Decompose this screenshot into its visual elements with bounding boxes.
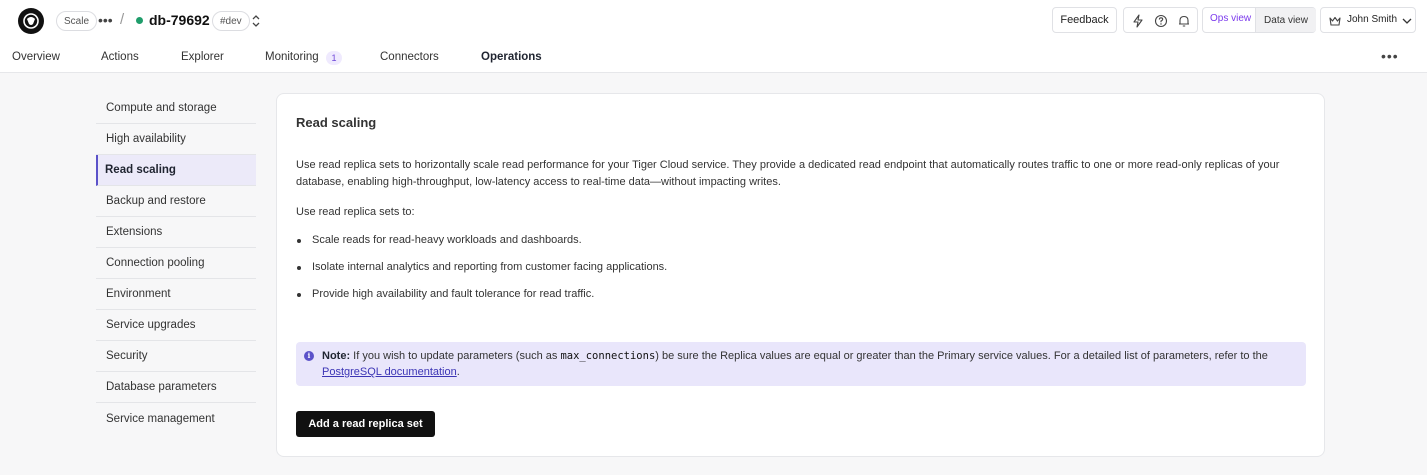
sidebar-item-service-upgrades[interactable]: Service upgrades — [96, 310, 256, 341]
note-text-after: ) be sure the Replica values are equal o… — [655, 350, 1268, 362]
more-icon[interactable]: ••• — [98, 12, 113, 28]
sidebar-item-read-scaling[interactable]: Read scaling — [96, 155, 256, 186]
list-item: Provide high availability and fault tole… — [296, 288, 667, 315]
note-code: max_connections — [560, 350, 656, 362]
more-options-icon[interactable]: ••• — [1381, 48, 1399, 64]
view-toggle: Ops view Data view — [1202, 7, 1316, 33]
service-name[interactable]: db-79692 — [149, 12, 210, 28]
read-scaling-card: Read scaling Use read replica sets to ho… — [276, 93, 1325, 457]
note-end: . — [456, 366, 460, 378]
lightning-icon[interactable] — [1131, 14, 1145, 28]
monitoring-badge: 1 — [326, 51, 342, 65]
quick-actions — [1123, 7, 1198, 33]
tab-monitoring[interactable]: Monitoring — [265, 51, 319, 63]
chevron-down-icon — [1402, 18, 1412, 24]
logo-icon[interactable] — [18, 8, 44, 34]
tab-actions[interactable]: Actions — [101, 51, 139, 63]
breadcrumb-separator: / — [120, 11, 125, 28]
description: Use read replica sets to horizontally sc… — [296, 159, 1280, 188]
chevron-updown-icon[interactable] — [250, 13, 262, 29]
note-text-before: If you wish to update parameters (such a… — [350, 350, 561, 362]
sidebar-item-environment[interactable]: Environment — [96, 279, 256, 310]
page-title: Read scaling — [296, 115, 377, 130]
sidebar-item-extensions[interactable]: Extensions — [96, 217, 256, 248]
user-menu[interactable]: John Smith — [1320, 7, 1416, 33]
sidebar-item-database-parameters[interactable]: Database parameters — [96, 372, 256, 403]
list-item: Scale reads for read-heavy workloads and… — [296, 234, 667, 261]
sidebar-item-compute-and-storage[interactable]: Compute and storage — [96, 93, 256, 124]
postgresql-docs-link[interactable]: PostgreSQL documentation — [322, 366, 457, 378]
feedback-button[interactable]: Feedback — [1052, 7, 1117, 33]
ops-view-button[interactable]: Ops view — [1210, 13, 1251, 24]
note-callout: i Note: If you wish to update parameters… — [296, 342, 1306, 386]
crown-icon — [1329, 16, 1341, 26]
info-icon: i — [304, 351, 314, 361]
env-tag: #dev — [212, 11, 250, 31]
bell-icon[interactable] — [1177, 14, 1191, 28]
sidebar-item-backup-and-restore[interactable]: Backup and restore — [96, 186, 256, 217]
tab-explorer[interactable]: Explorer — [181, 51, 224, 63]
benefits-list: Scale reads for read-heavy workloads and… — [296, 234, 667, 315]
tab-bar: Overview Actions Explorer Monitoring 1 C… — [0, 42, 1427, 73]
top-bar: Scale ••• / db-79692 #dev Feedback Ops v… — [0, 0, 1427, 42]
user-name: John Smith — [1347, 14, 1398, 25]
add-read-replica-set-button[interactable]: Add a read replica set — [296, 411, 435, 437]
note-label: Note: — [322, 350, 351, 362]
help-icon[interactable] — [1154, 14, 1168, 28]
tab-connectors[interactable]: Connectors — [380, 51, 439, 63]
tab-operations[interactable]: Operations — [481, 51, 542, 63]
list-item: Isolate internal analytics and reporting… — [296, 261, 667, 288]
data-view-button[interactable]: Data view — [1256, 8, 1316, 32]
sidebar-item-service-management[interactable]: Service management — [96, 403, 256, 434]
list-intro: Use read replica sets to: — [296, 206, 415, 218]
plan-badge: Scale — [56, 11, 98, 31]
sidebar-item-high-availability[interactable]: High availability — [96, 124, 256, 155]
sidebar-item-connection-pooling[interactable]: Connection pooling — [96, 248, 256, 279]
status-indicator — [136, 17, 143, 24]
operations-sidebar: Compute and storage High availability Re… — [96, 93, 256, 434]
tab-overview[interactable]: Overview — [12, 51, 60, 63]
sidebar-item-security[interactable]: Security — [96, 341, 256, 372]
